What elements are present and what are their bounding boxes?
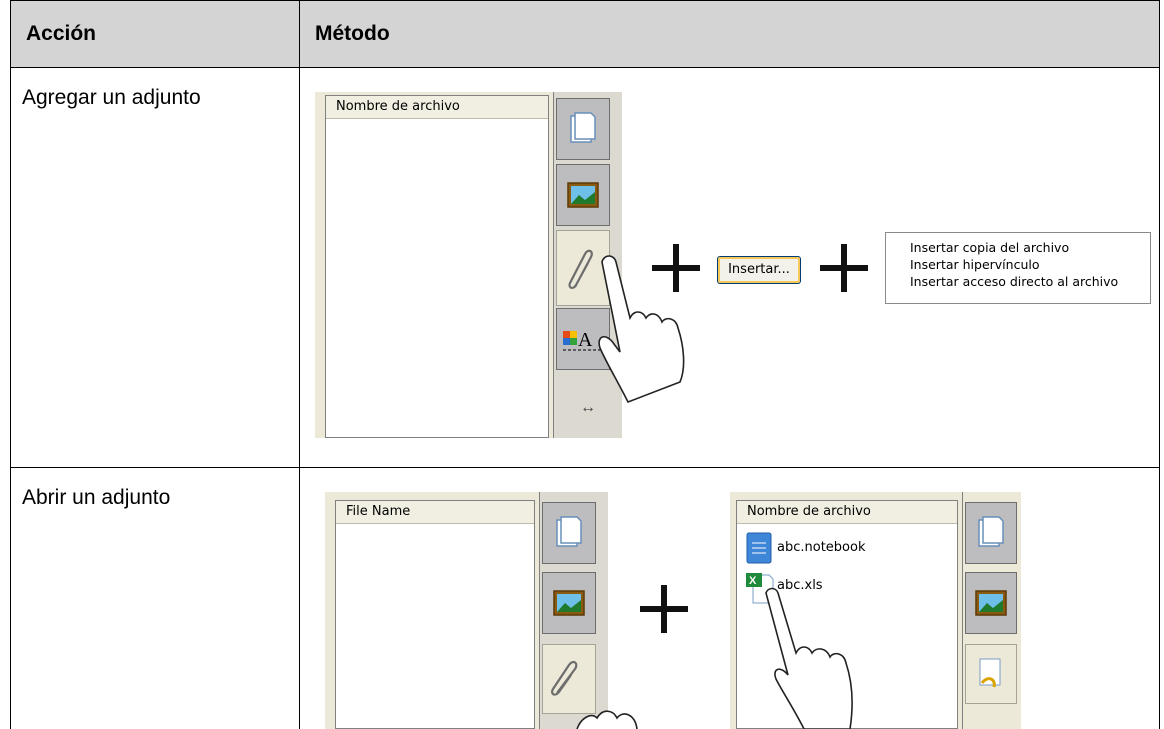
attachments-table: Acción Método Agregar un adjunto Nombre … (10, 0, 1160, 729)
gallery-icon (553, 590, 585, 616)
plus-icon (820, 244, 868, 292)
page-sorter-tab[interactable] (965, 502, 1017, 564)
attachments-file-list: Nombre de archivo (325, 95, 549, 438)
notebook-file-icon (746, 532, 772, 564)
header-method: Método (315, 22, 390, 45)
page-sorter-tab[interactable] (542, 502, 596, 564)
menu-item-insert-copy[interactable]: Insertar copia del archivo (910, 239, 1150, 256)
insert-button[interactable]: Insertar... (717, 256, 801, 284)
file-list-panel-screenshot: Nombre de archivo abc.notebook X abc.xls (730, 492, 1021, 729)
pointing-hand-icon (576, 710, 638, 729)
row-1-action: Agregar un adjunto (22, 86, 201, 109)
gallery-icon (975, 590, 1007, 616)
menu-item-insert-hyperlink[interactable]: Insertar hipervínculo (910, 256, 1150, 273)
row-divider (10, 467, 1160, 468)
menu-item-insert-shortcut[interactable]: Insertar acceso directo al archivo (910, 273, 1150, 290)
page-sorter-icon (556, 516, 582, 547)
link-icon (979, 658, 1001, 688)
table-column-divider (299, 0, 300, 729)
file-list-header: Nombre de archivo (326, 96, 548, 119)
table-border-right (1159, 0, 1160, 729)
side-tab-strip (962, 492, 1021, 729)
header-action: Acción (26, 22, 97, 45)
page-sorter-tab[interactable] (556, 98, 610, 160)
gallery-tab[interactable] (542, 572, 596, 634)
svg-text:X: X (749, 575, 757, 587)
file-name: abc.notebook (777, 540, 866, 555)
page-sorter-icon (978, 516, 1004, 547)
page-sorter-icon (570, 112, 596, 143)
file-name-list-header: File Name (336, 501, 534, 524)
plus-icon (652, 244, 700, 292)
gallery-icon (567, 182, 599, 208)
table-border-left (10, 0, 11, 729)
plus-icon (640, 585, 688, 633)
row-2-action: Abrir un adjunto (22, 486, 171, 509)
gallery-tab[interactable] (965, 572, 1017, 634)
insert-options-menu: Insertar copia del archivo Insertar hipe… (885, 232, 1151, 304)
attachments-tab[interactable] (965, 644, 1017, 704)
list-item[interactable]: abc.notebook (745, 531, 955, 567)
file-name-list: File Name (335, 500, 535, 729)
attached-files-list-header: Nombre de archivo (737, 501, 957, 524)
attachments-panel-screenshot: Nombre de archivo A ↔ (315, 92, 685, 438)
pointing-hand-icon (765, 587, 853, 729)
gallery-tab[interactable] (556, 164, 610, 226)
table-header-row: Acción Método (10, 0, 1160, 68)
file-name-panel-screenshot: File Name (325, 492, 638, 729)
